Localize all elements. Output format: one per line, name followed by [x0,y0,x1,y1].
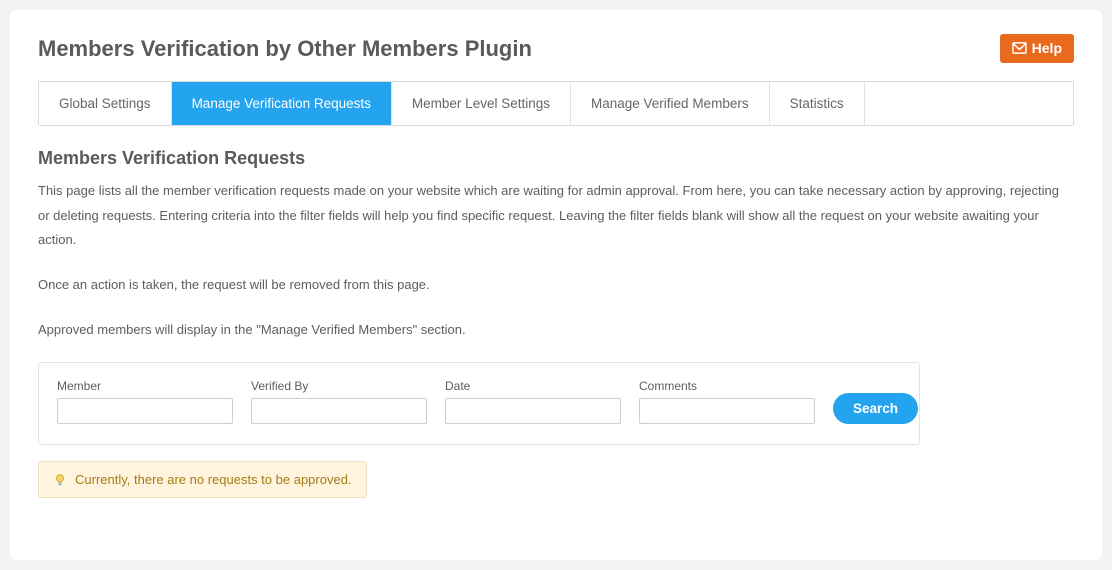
search-button[interactable]: Search [833,393,918,424]
filter-form: Member Verified By Date Comments Search [38,362,920,445]
tabs: Global Settings Manage Verification Requ… [38,81,1074,126]
header: Members Verification by Other Members Pl… [38,34,1074,63]
tip-text: Currently, there are no requests to be a… [75,472,352,487]
desc-para-3: Approved members will display in the "Ma… [38,318,1074,343]
help-button[interactable]: Help [1000,34,1074,63]
comments-label: Comments [639,379,815,393]
help-label: Help [1032,40,1062,56]
desc-para-2: Once an action is taken, the request wil… [38,273,1074,298]
desc-para-1: This page lists all the member verificat… [38,179,1074,253]
date-field: Date [445,379,621,424]
mail-icon [1012,42,1027,55]
tab-manage-verified-members[interactable]: Manage Verified Members [571,82,770,125]
section-description: This page lists all the member verificat… [38,179,1074,342]
verified-by-field: Verified By [251,379,427,424]
section-title: Members Verification Requests [38,148,1074,169]
admin-panel: Members Verification by Other Members Pl… [10,10,1102,560]
verified-by-input[interactable] [251,398,427,424]
tab-member-level-settings[interactable]: Member Level Settings [392,82,571,125]
verified-by-label: Verified By [251,379,427,393]
member-field: Member [57,379,233,424]
tab-statistics[interactable]: Statistics [770,82,865,125]
tab-manage-verification-requests[interactable]: Manage Verification Requests [172,82,392,125]
tab-global-settings[interactable]: Global Settings [39,82,172,125]
lightbulb-icon [53,473,67,487]
page-title: Members Verification by Other Members Pl… [38,36,532,62]
date-input[interactable] [445,398,621,424]
member-input[interactable] [57,398,233,424]
member-label: Member [57,379,233,393]
empty-state-tip: Currently, there are no requests to be a… [38,461,367,498]
tabs-filler [865,82,1073,125]
comments-input[interactable] [639,398,815,424]
comments-field: Comments [639,379,815,424]
date-label: Date [445,379,621,393]
